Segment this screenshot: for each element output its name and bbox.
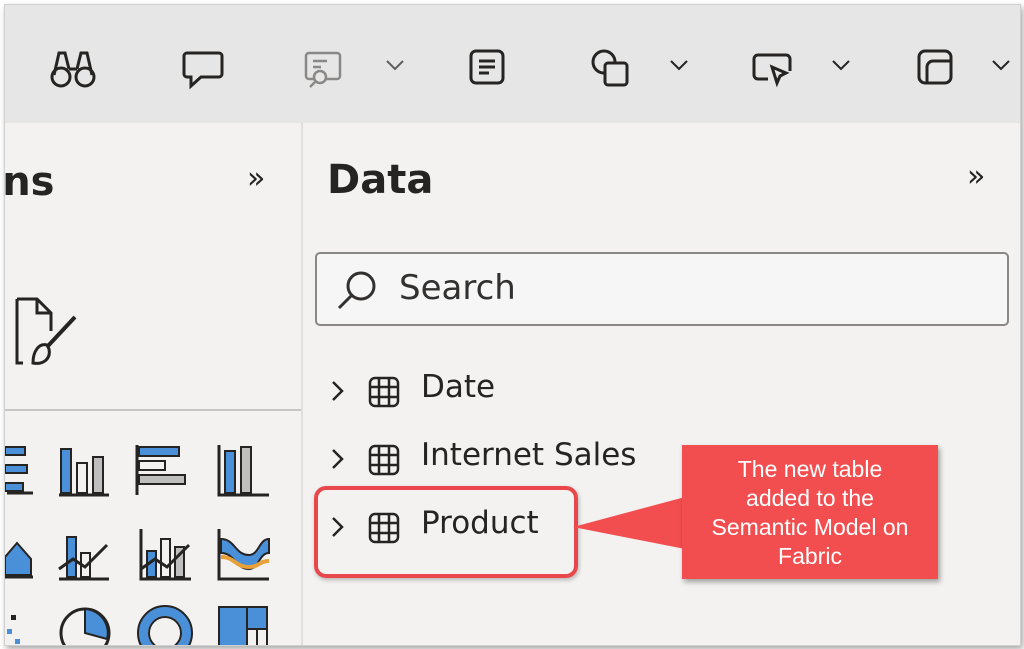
scatter-chart-icon[interactable]: [5, 609, 35, 645]
callout-pointer: [573, 497, 685, 549]
stacked-column-chart-icon[interactable]: [57, 443, 111, 501]
visualizations-pane-title: ions: [4, 159, 55, 205]
data-pane-title: Data: [327, 157, 434, 203]
callout-line: Semantic Model on: [711, 514, 909, 540]
treemap-icon[interactable]: [217, 603, 271, 645]
chevron-down-icon[interactable]: [831, 57, 851, 76]
callout-line: Fabric: [778, 543, 842, 569]
pie-chart-icon[interactable]: [57, 603, 113, 645]
callout-line: The new table: [737, 456, 883, 482]
collapse-visualizations-button[interactable]: »: [247, 161, 265, 196]
collapse-data-pane-button[interactable]: »: [967, 159, 985, 194]
query-icon[interactable]: [302, 47, 346, 91]
report-editor-window: ions »: [4, 4, 1021, 646]
button-icon[interactable]: [750, 47, 794, 91]
highlight-rectangle: [314, 486, 578, 578]
comment-icon[interactable]: [181, 47, 225, 91]
table-item-date[interactable]: Date: [329, 369, 649, 413]
ribbon-chart-icon[interactable]: [217, 527, 271, 585]
annotation-callout: The new table added to the Semantic Mode…: [682, 445, 938, 579]
chevron-down-icon[interactable]: [385, 57, 405, 76]
visualizations-pane: ions »: [5, 123, 303, 645]
ribbon-toolbar: [5, 5, 1020, 123]
table-item-label: Date: [421, 369, 496, 405]
data-search-box[interactable]: [315, 252, 1009, 326]
area-chart-icon[interactable]: [5, 527, 35, 583]
table-item-internet-sales[interactable]: Internet Sales: [329, 437, 649, 481]
donut-chart-icon[interactable]: [137, 603, 193, 645]
callout-line: added to the: [746, 485, 874, 511]
rounded-square-icon[interactable]: [915, 47, 955, 87]
clustered-column-chart-icon[interactable]: [217, 443, 271, 501]
table-item-label: Internet Sales: [421, 437, 637, 473]
line-and-clustered-column-chart-icon[interactable]: [139, 527, 193, 585]
chevron-down-icon[interactable]: [669, 57, 689, 76]
table-icon: [367, 375, 401, 413]
chevron-down-icon[interactable]: [991, 57, 1011, 76]
chevron-right-icon[interactable]: [329, 447, 345, 475]
clustered-bar-chart-icon[interactable]: [135, 443, 191, 501]
line-and-column-chart-icon[interactable]: [57, 527, 111, 585]
search-icon: [335, 268, 379, 316]
text-box-icon[interactable]: [467, 47, 507, 87]
search-input[interactable]: [397, 264, 961, 312]
shapes-icon[interactable]: [589, 47, 633, 91]
binoculars-icon[interactable]: [49, 47, 97, 91]
chevron-right-icon[interactable]: [329, 379, 345, 407]
format-visual-icon[interactable]: [5, 295, 85, 375]
pane-divider: [5, 409, 301, 411]
table-icon: [367, 443, 401, 481]
stacked-bar-chart-icon[interactable]: [5, 443, 35, 499]
